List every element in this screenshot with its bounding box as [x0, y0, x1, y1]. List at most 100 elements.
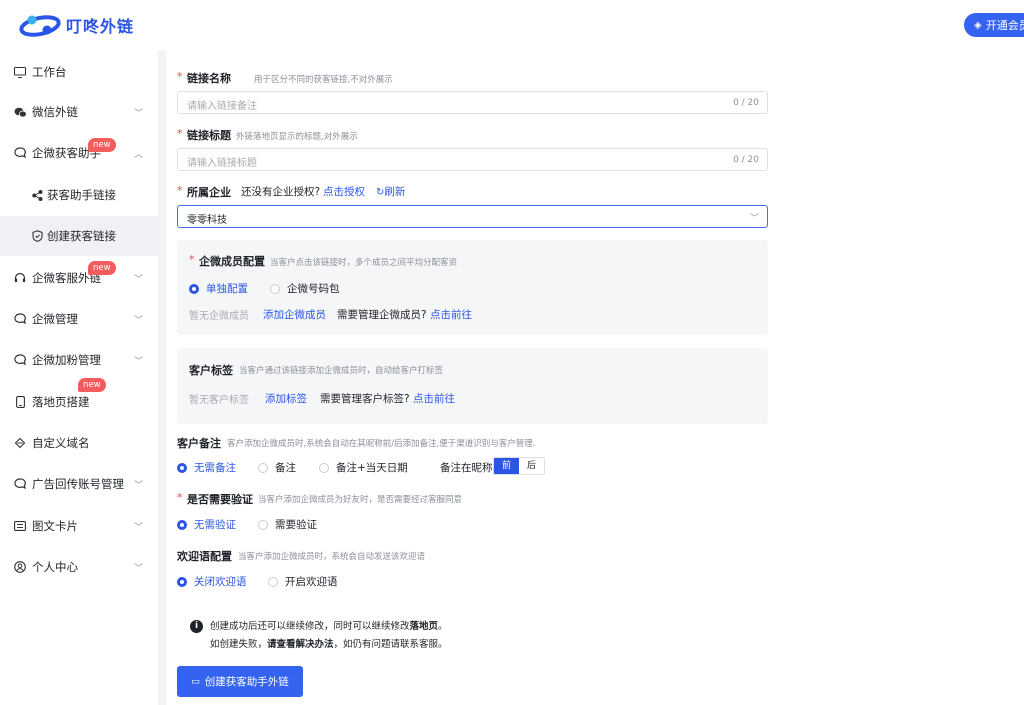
members-label: 企微成员配置	[199, 255, 265, 268]
radio-dot	[177, 462, 187, 473]
create-link-button[interactable]: ▭ 创建获客助手外链	[177, 666, 303, 697]
radio-welcome-on[interactable]: 开启欢迎语	[268, 574, 338, 589]
tags-empty: 暂无客户标签	[189, 395, 249, 406]
remark-hint: 客户添加企微成员时,系统会自动在其昵称前/后添加备注,便于渠道识别与客户管理.	[227, 439, 536, 449]
sidebar-item-assistant-links[interactable]: 获客助手链接	[0, 175, 158, 215]
company-select-value: 零零科技	[187, 215, 227, 226]
chevron-down-icon: ﹀	[134, 522, 144, 533]
logo[interactable]: 叮咚外链	[18, 10, 134, 40]
required-mark: *	[189, 253, 195, 266]
link-name-placeholder: 请输入链接备注	[187, 101, 257, 112]
sidebar-item-wecom-service[interactable]: 企微客服外链 new ﹀	[0, 258, 158, 298]
manage-members-link[interactable]: 点击前往	[430, 307, 472, 322]
sidebar-item-cards[interactable]: 图文卡片 ﹀	[0, 506, 158, 546]
sidebar-item-create-link[interactable]: 创建获客链接	[0, 216, 158, 256]
vip-button-label: 开通会员	[985, 19, 1024, 32]
link-name-input[interactable]: 请输入链接备注 0 / 20	[177, 91, 768, 114]
chevron-down-icon: ﹀	[134, 274, 144, 285]
radio-dot	[177, 519, 187, 530]
radio-no-remark[interactable]: 无需备注	[177, 460, 236, 475]
radio-dot	[268, 576, 278, 587]
sidebar-item-landing-page[interactable]: 落地页搭建 new	[0, 378, 158, 422]
sidebar-item-label: 广告回传账号管理	[32, 477, 124, 491]
radio-label: 单独配置	[206, 283, 248, 295]
manage-tags-text: 需要管理客户标签?	[320, 393, 410, 405]
notice-text: 如创建失败，	[210, 639, 268, 650]
required-mark: *	[177, 127, 183, 140]
welcome-label: 欢迎语配置	[177, 550, 232, 563]
sidebar-item-wechat-link[interactable]: 微信外链 ﹀	[0, 92, 158, 132]
required-mark: *	[177, 70, 183, 83]
remark-label: 客户备注	[177, 437, 221, 450]
radio-remark-date[interactable]: 备注+当天日期	[319, 460, 408, 475]
sidebar-item-label: 工作台	[32, 65, 67, 79]
required-mark: *	[177, 491, 183, 504]
link-title-label: 链接标题	[187, 129, 231, 142]
radio-no-verify[interactable]: 无需验证	[177, 517, 236, 532]
notice-text: 。	[438, 621, 448, 632]
link-title-counter: 0 / 20	[733, 155, 759, 165]
radio-dot	[177, 576, 187, 587]
manage-tags-link[interactable]: 点击前往	[413, 391, 455, 406]
diamond-icon: ◈	[974, 19, 982, 31]
add-tag-link[interactable]: 添加标签	[265, 391, 307, 406]
sidebar-item-wecom-assistant[interactable]: 企微获客助手 new ︿	[0, 133, 158, 173]
phone-icon	[13, 395, 27, 409]
remark-position-after[interactable]: 后	[519, 458, 544, 474]
new-badge: new	[78, 378, 106, 392]
radio-number-pack[interactable]: 企微号码包	[270, 281, 340, 296]
logo-icon	[19, 15, 61, 37]
sidebar-item-label: 企微加粉管理	[32, 353, 101, 367]
sidebar-item-wecom-manage[interactable]: 企微管理 ﹀	[0, 299, 158, 339]
chevron-down-icon: ﹀	[134, 108, 144, 119]
radio-label: 无需备注	[194, 462, 236, 474]
top-header: 叮咚外链 ◈ 开通会员	[0, 0, 1024, 50]
notice-solution-link[interactable]: 请查看解决办法	[267, 639, 334, 650]
chat-icon	[13, 353, 27, 367]
refresh-label: 刷新	[384, 186, 406, 198]
radio-single-config[interactable]: 单独配置	[189, 281, 248, 296]
document-icon: ▭	[191, 676, 200, 687]
chevron-down-icon: ﹀	[134, 480, 144, 491]
sidebar-item-label: 创建获客链接	[47, 229, 116, 243]
sidebar-item-profile[interactable]: 个人中心 ﹀	[0, 547, 158, 587]
company-select[interactable]: 零零科技 ﹀	[177, 205, 768, 228]
sidebar-item-workbench[interactable]: 工作台	[0, 52, 158, 92]
shield-icon	[30, 229, 44, 243]
chevron-down-icon: ﹀	[134, 315, 144, 326]
radio-remark[interactable]: 备注	[258, 460, 296, 475]
radio-dot	[319, 462, 329, 473]
sidebar-item-fans-manage[interactable]: 企微加粉管理 ﹀	[0, 340, 158, 380]
company-label: 所属企业	[187, 186, 231, 199]
no-auth-text: 还没有企业授权?	[241, 186, 321, 198]
add-member-link[interactable]: 添加企微成员	[263, 307, 326, 322]
headset-icon	[13, 271, 27, 285]
create-link-form: * 链接名称 用于区分不同的获客链接,不对外展示 请输入链接备注 0 / 20 …	[166, 50, 1024, 705]
notice-line-1: 创建成功后还可以继续修改，同时可以继续修改落地页。	[210, 618, 448, 632]
info-icon: i	[190, 620, 203, 633]
tags-panel	[177, 348, 768, 424]
authorize-link[interactable]: 点击授权	[323, 184, 365, 199]
chat-icon	[13, 312, 27, 326]
radio-welcome-off[interactable]: 关闭欢迎语	[177, 574, 247, 589]
members-hint: 当客户点击该链接时，多个成员之间平均分配客资	[270, 258, 458, 268]
remark-position-toggle[interactable]: 前 后	[493, 457, 545, 475]
sidebar-item-label: 图文卡片	[32, 519, 78, 533]
vip-button[interactable]: ◈ 开通会员	[964, 13, 1024, 37]
radio-label: 备注	[275, 462, 296, 474]
tags-hint: 当客户通过该链接添加企微成员时，自动给客户打标签	[239, 366, 444, 376]
chevron-up-icon: ︿	[134, 149, 144, 160]
sidebar-item-custom-domain[interactable]: 自定义域名	[0, 423, 158, 463]
notice-line-2: 如创建失败，请查看解决办法，如仍有问题请联系客服。	[210, 636, 448, 650]
remark-position-before[interactable]: 前	[494, 458, 519, 474]
link-icon	[13, 436, 27, 450]
refresh-button[interactable]: ↻刷新	[376, 184, 405, 199]
notice-text: ，如仍有问题请联系客服。	[333, 639, 448, 650]
verify-hint: 当客户添加企微成员为好友时，是否需要经过客服同意	[258, 495, 463, 505]
sidebar-item-ad-accounts[interactable]: 广告回传账号管理 ﹀	[0, 464, 158, 504]
link-title-input[interactable]: 请输入链接标题 0 / 20	[177, 148, 768, 171]
radio-need-verify[interactable]: 需要验证	[258, 517, 317, 532]
sidebar-item-label: 企微管理	[32, 312, 78, 326]
verify-label: 是否需要验证	[187, 493, 253, 506]
logo-text: 叮咚外链	[66, 17, 135, 36]
